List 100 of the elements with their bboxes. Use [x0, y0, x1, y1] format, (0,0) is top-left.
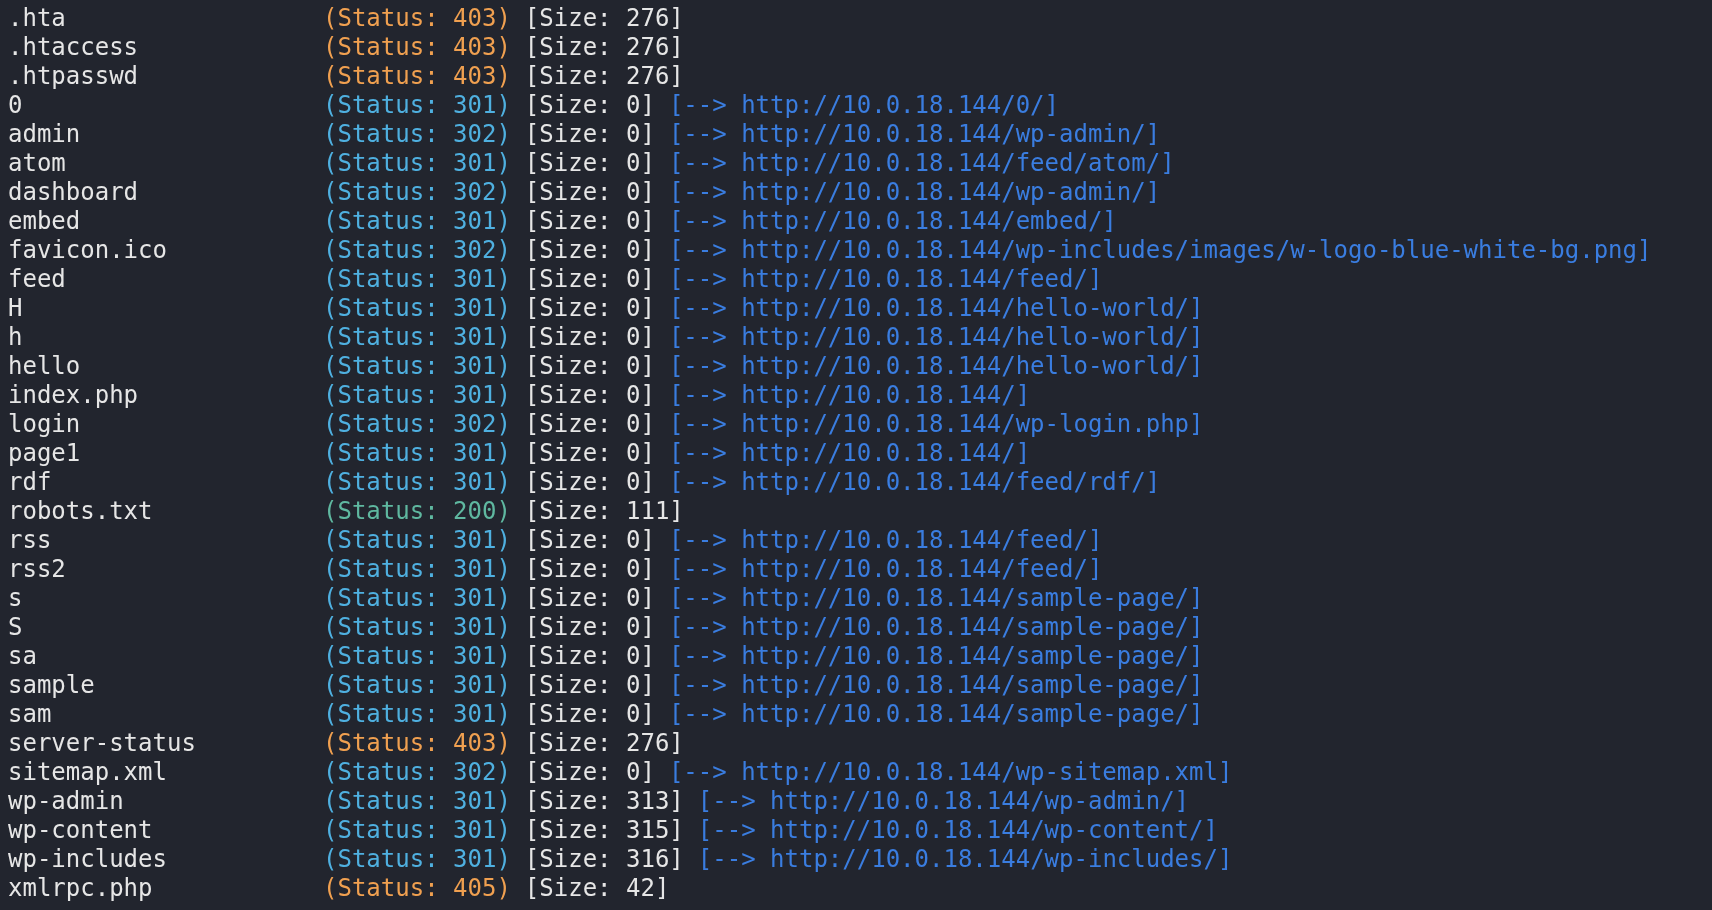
response-size: [Size: 0]	[524, 671, 655, 700]
status-code: (Status: 301)	[323, 642, 511, 671]
path-name: hello	[8, 352, 82, 381]
status-code: (Status: 301)	[323, 584, 511, 613]
redirect-url: [--> http://10.0.18.144/]	[668, 439, 1031, 468]
status-code: (Status: 405)	[323, 874, 511, 903]
status-code: (Status: 301)	[323, 700, 511, 729]
response-size: [Size: 0]	[524, 613, 655, 642]
redirect-url: [--> http://10.0.18.144/feed/rdf/]	[668, 468, 1161, 497]
response-size: [Size: 316]	[524, 845, 684, 874]
status-code: (Status: 301)	[323, 613, 511, 642]
path-name: wp-includes	[8, 845, 168, 874]
response-size: [Size: 0]	[524, 584, 655, 613]
response-size: [Size: 0]	[524, 294, 655, 323]
path-name: .htpasswd	[8, 62, 140, 91]
response-size: [Size: 276]	[524, 33, 684, 62]
path-name: index.php	[8, 381, 140, 410]
path-name: rss2	[8, 555, 67, 584]
path-name: embed	[8, 207, 82, 236]
redirect-url: [--> http://10.0.18.144/sample-page/]	[668, 584, 1204, 613]
status-code: (Status: 301)	[323, 381, 511, 410]
redirect-url: [--> http://10.0.18.144/wp-content/]	[697, 816, 1218, 845]
path-name: rdf	[8, 468, 53, 497]
status-code: (Status: 301)	[323, 845, 511, 874]
status-code: (Status: 302)	[323, 410, 511, 439]
path-name: login	[8, 410, 82, 439]
response-size: [Size: 0]	[524, 265, 655, 294]
path-name: s	[8, 584, 24, 613]
path-name: sam	[8, 700, 53, 729]
response-size: [Size: 0]	[524, 149, 655, 178]
response-size: [Size: 0]	[524, 381, 655, 410]
status-code: (Status: 200)	[323, 497, 511, 526]
status-code: (Status: 301)	[323, 149, 511, 178]
response-size: [Size: 315]	[524, 816, 684, 845]
status-code: (Status: 301)	[323, 555, 511, 584]
path-name: admin	[8, 120, 82, 149]
status-code: (Status: 301)	[323, 294, 511, 323]
response-size: [Size: 0]	[524, 352, 655, 381]
redirect-url: [--> http://10.0.18.144/wp-admin/]	[668, 178, 1161, 207]
path-name: rss	[8, 526, 53, 555]
response-size: [Size: 0]	[524, 91, 655, 120]
status-code: (Status: 301)	[323, 526, 511, 555]
path-name: H	[8, 294, 24, 323]
response-size: [Size: 0]	[524, 642, 655, 671]
status-code: (Status: 403)	[323, 4, 511, 33]
redirect-url: [--> http://10.0.18.144/wp-sitemap.xml]	[668, 758, 1233, 787]
response-size: [Size: 276]	[524, 4, 684, 33]
redirect-url: [--> http://10.0.18.144/sample-page/]	[668, 613, 1204, 642]
path-name: S	[8, 613, 24, 642]
status-code: (Status: 301)	[323, 787, 511, 816]
response-size: [Size: 0]	[524, 700, 655, 729]
status-code: (Status: 301)	[323, 91, 511, 120]
redirect-url: [--> http://10.0.18.144/wp-login.php]	[668, 410, 1204, 439]
status-code: (Status: 403)	[323, 62, 511, 91]
status-code: (Status: 301)	[323, 352, 511, 381]
response-size: [Size: 0]	[524, 555, 655, 584]
redirect-url: [--> http://10.0.18.144/0/]	[668, 91, 1060, 120]
response-size: [Size: 111]	[524, 497, 684, 526]
response-size: [Size: 0]	[524, 236, 655, 265]
status-code: (Status: 302)	[323, 236, 511, 265]
redirect-url: [--> http://10.0.18.144/feed/]	[668, 526, 1103, 555]
status-code: (Status: 403)	[323, 33, 511, 62]
path-name: dashboard	[8, 178, 140, 207]
redirect-url: [--> http://10.0.18.144/feed/]	[668, 555, 1103, 584]
path-name: h	[8, 323, 24, 352]
path-name: wp-admin	[8, 787, 125, 816]
response-size: [Size: 0]	[524, 323, 655, 352]
response-size: [Size: 0]	[524, 207, 655, 236]
status-code: (Status: 301)	[323, 323, 511, 352]
status-code: (Status: 302)	[323, 178, 511, 207]
redirect-url: [--> http://10.0.18.144/feed/]	[668, 265, 1103, 294]
path-name: feed	[8, 265, 67, 294]
redirect-url: [--> http://10.0.18.144/sample-page/]	[668, 642, 1204, 671]
redirect-url: [--> http://10.0.18.144/embed/]	[668, 207, 1117, 236]
redirect-url: [--> http://10.0.18.144/sample-page/]	[668, 671, 1204, 700]
response-size: [Size: 0]	[524, 439, 655, 468]
status-code: (Status: 403)	[323, 729, 511, 758]
response-size: [Size: 42]	[524, 874, 670, 903]
path-name: favicon.ico	[8, 236, 168, 265]
status-code: (Status: 301)	[323, 265, 511, 294]
path-name: page1	[8, 439, 82, 468]
response-size: [Size: 0]	[524, 526, 655, 555]
path-name: .htaccess	[8, 33, 140, 62]
response-size: [Size: 276]	[524, 729, 684, 758]
redirect-url: [--> http://10.0.18.144/wp-admin/]	[668, 120, 1161, 149]
response-size: [Size: 276]	[524, 62, 684, 91]
path-name: 0	[8, 91, 24, 120]
path-name: sitemap.xml	[8, 758, 168, 787]
redirect-url: [--> http://10.0.18.144/wp-admin/]	[697, 787, 1190, 816]
status-code: (Status: 301)	[323, 439, 511, 468]
redirect-url: [--> http://10.0.18.144/]	[668, 381, 1031, 410]
path-name: xmlrpc.php	[8, 874, 154, 903]
path-name: sample	[8, 671, 96, 700]
path-name: server-status	[8, 729, 197, 758]
response-size: [Size: 0]	[524, 120, 655, 149]
redirect-url: [--> http://10.0.18.144/wp-includes/images/w-logo-blue-white-bg.png]	[668, 236, 1652, 265]
status-code: (Status: 301)	[323, 207, 511, 236]
path-name: robots.txt	[8, 497, 154, 526]
path-name: .hta	[8, 4, 67, 33]
status-code: (Status: 302)	[323, 120, 511, 149]
